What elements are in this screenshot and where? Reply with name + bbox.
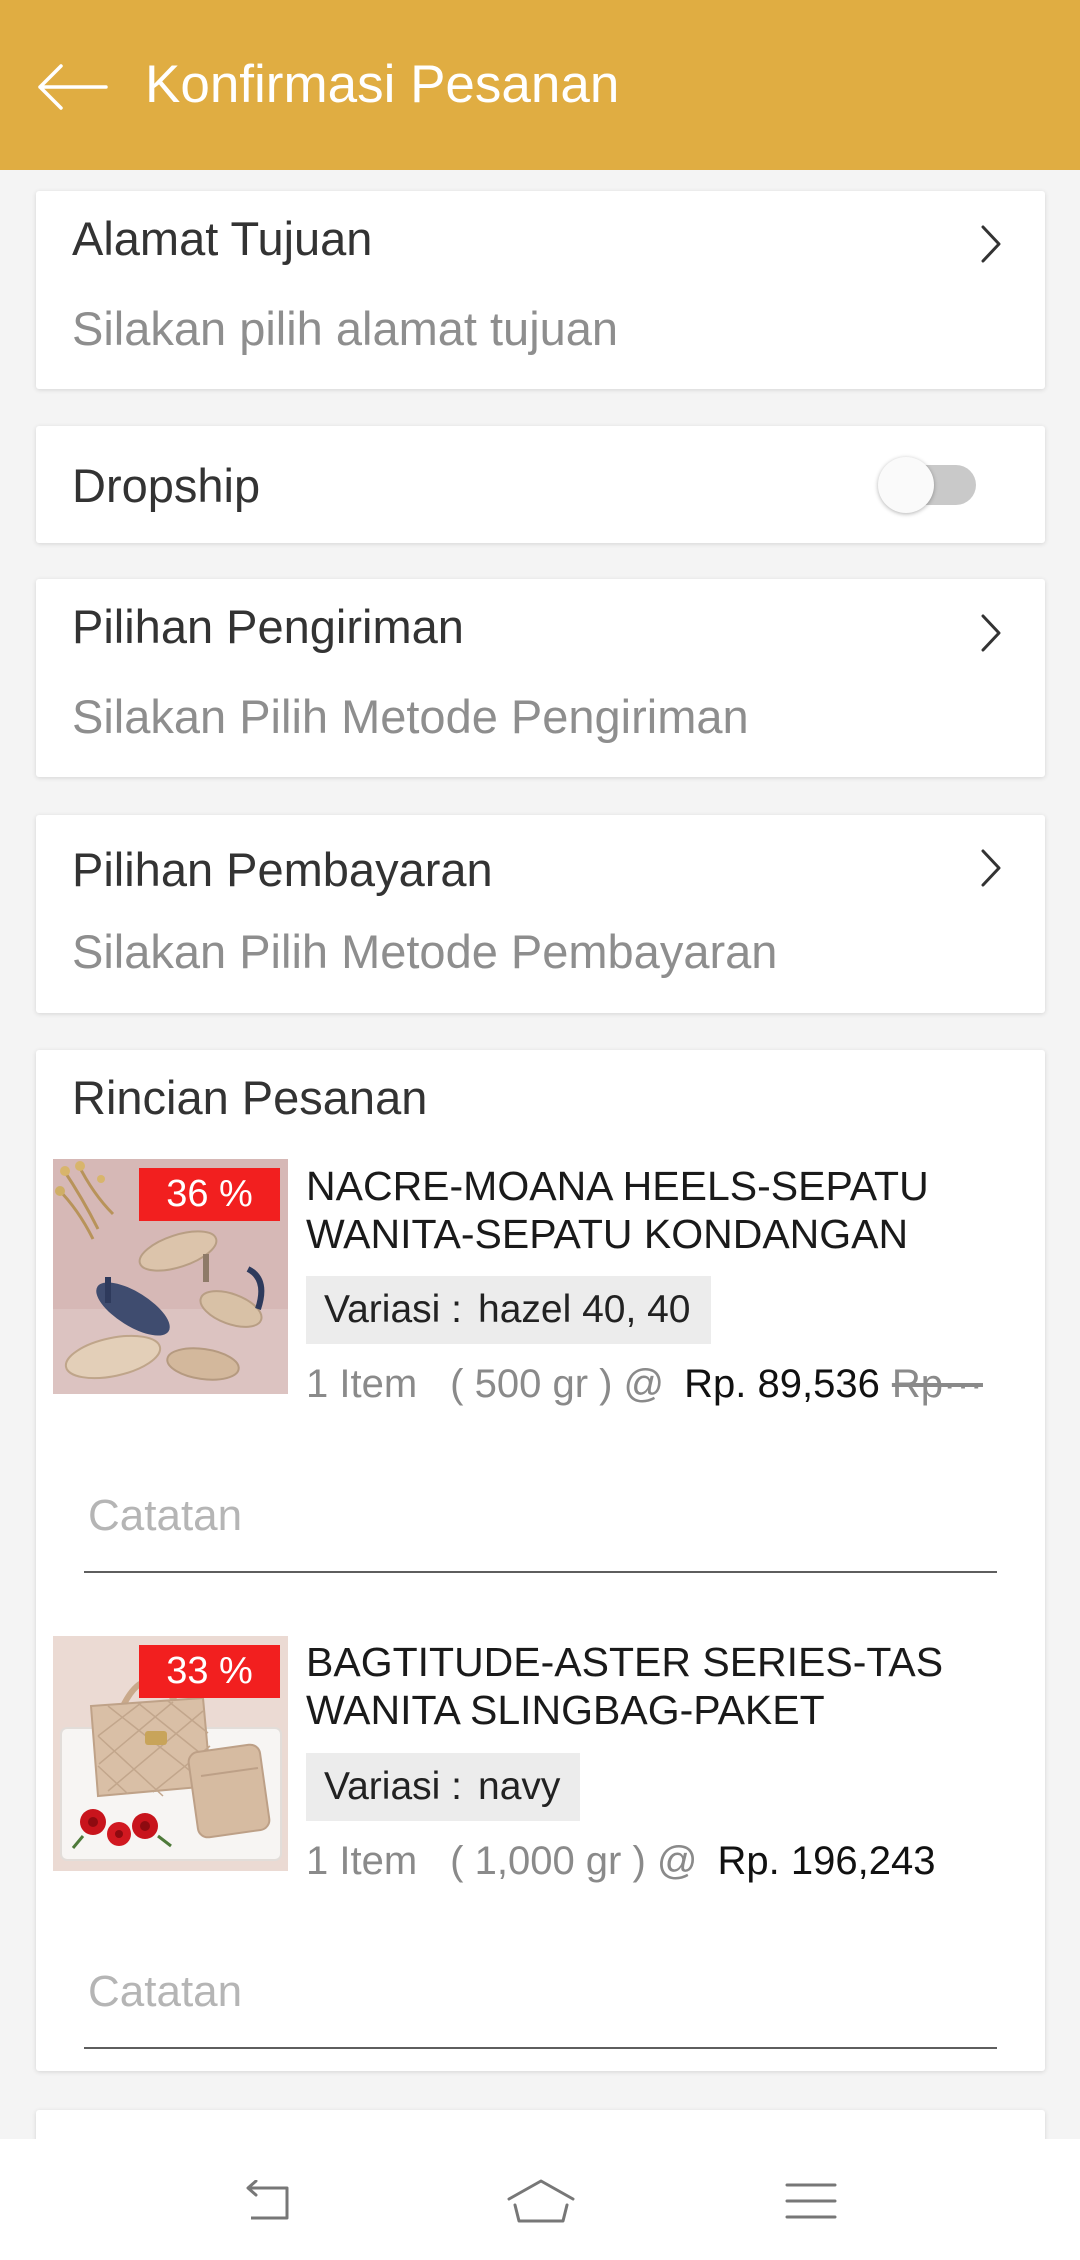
variation-tag: Variasi : hazel 40, 40 [306, 1276, 711, 1344]
variation-tag: Variasi : navy [306, 1753, 581, 1821]
variation-label: Variasi : [324, 1765, 462, 1808]
chevron-right-icon [981, 849, 1001, 887]
item-weight: ( 500 gr ) @ [450, 1362, 665, 1406]
payment-title: Pilihan Pembayaran [72, 843, 493, 896]
variation-label: Variasi : [324, 1288, 462, 1331]
shipping-hint: Silakan Pilih Metode Pengiriman [72, 690, 749, 743]
product-image[interactable]: 33 % [53, 1636, 288, 1871]
item-quantity: 1 Item [306, 1362, 418, 1406]
back-icon[interactable] [241, 2180, 295, 2222]
payment-hint: Silakan Pilih Metode Pembayaran [72, 925, 778, 978]
dropship-label: Dropship [72, 459, 261, 512]
page-title: Konfirmasi Pesanan [145, 55, 620, 114]
original-price: Rp··· [891, 1362, 983, 1406]
system-nav-bar [0, 2139, 1080, 2260]
chevron-right-icon [981, 225, 1001, 263]
discount-badge: 33 % [139, 1645, 280, 1698]
item-price: Rp. 89,536 [684, 1362, 880, 1406]
dropship-toggle[interactable] [878, 456, 978, 514]
item-quantity: 1 Item [306, 1839, 418, 1883]
price-line: 1 Item ( 500 gr ) @ Rp. 89,536 Rp··· [306, 1359, 983, 1409]
shipping-title: Pilihan Pengiriman [72, 600, 464, 653]
address-hint: Silakan pilih alamat tujuan [72, 302, 619, 355]
variation-value: hazel 40, 40 [478, 1288, 691, 1331]
item-price: Rp. 196,243 [717, 1839, 936, 1883]
product-name: NACRE-MOANA HEELS-SEPATU WANITA-SEPATU K… [306, 1163, 929, 1257]
address-title: Alamat Tujuan [72, 212, 373, 265]
price-line: 1 Item ( 1,000 gr ) @ Rp. 196,243 [306, 1836, 947, 1886]
order-details-card: Rincian Pesanan 36 % NACRE-MOANA HEELS-S… [36, 1050, 1045, 2071]
dropship-card: Dropship [36, 426, 1045, 543]
chevron-right-icon [981, 614, 1001, 652]
item-weight: ( 1,000 gr ) @ [450, 1839, 698, 1883]
product-name: BAGTITUDE-ASTER SERIES-TAS WANITA SLINGB… [306, 1639, 944, 1733]
home-icon[interactable] [505, 2177, 577, 2225]
arrow-left-icon [38, 64, 108, 110]
address-card[interactable]: Alamat Tujuan Silakan pilih alamat tujua… [36, 191, 1045, 389]
note-input[interactable] [84, 1966, 997, 2049]
variation-value: navy [478, 1765, 561, 1808]
payment-card[interactable]: Pilihan Pembayaran Silakan Pilih Metode … [36, 815, 1045, 1013]
toggle-knob [878, 457, 934, 513]
back-button[interactable] [36, 64, 108, 110]
app-header: Konfirmasi Pesanan [0, 0, 1080, 170]
product-image[interactable]: 36 % [53, 1159, 288, 1394]
note-input[interactable] [84, 1490, 997, 1573]
menu-icon[interactable] [785, 2181, 837, 2221]
shipping-card[interactable]: Pilihan Pengiriman Silakan Pilih Metode … [36, 579, 1045, 777]
order-details-title: Rincian Pesanan [72, 1071, 428, 1124]
discount-badge: 36 % [139, 1168, 280, 1221]
